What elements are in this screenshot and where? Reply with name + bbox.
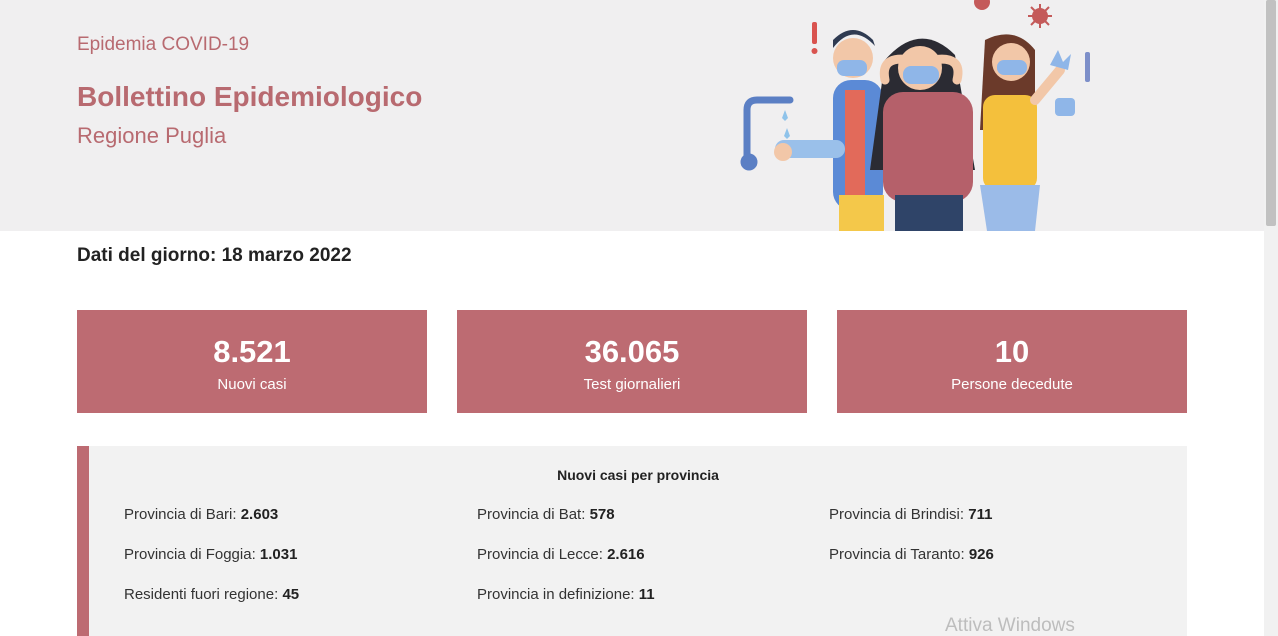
- windows-activation-watermark: Attiva Windows: [945, 615, 1075, 636]
- hero-banner: Epidemia COVID-19 Bollettino Epidemiolog…: [0, 0, 1264, 231]
- list-item: Provincia di Brindisi: 711: [829, 506, 992, 523]
- hero-kicker: Epidemia COVID-19: [77, 34, 250, 55]
- list-item: Residenti fuori regione: 45: [124, 586, 299, 603]
- province-value: 2.616: [607, 546, 645, 563]
- list-item: Provincia in definizione: 11: [477, 586, 655, 603]
- virus-icon: [974, 0, 1052, 28]
- province-label: Provincia di Bari:: [124, 506, 237, 523]
- province-value: 11: [638, 586, 655, 603]
- stat-value: 36.065: [584, 334, 680, 369]
- stat-value: 10: [994, 334, 1030, 369]
- province-cases-panel: Nuovi casi per provincia Provincia di Ba…: [77, 446, 1187, 636]
- province-label: Provincia di Lecce:: [477, 546, 603, 563]
- page-subtitle: Regione Puglia: [77, 123, 227, 148]
- stat-card-daily-tests: 36.065 Test giornalieri: [457, 310, 807, 413]
- stat-label: Persone decedute: [951, 376, 1073, 393]
- list-item: Provincia di Bari: 2.603: [124, 506, 278, 523]
- scrollbar-thumb[interactable]: [1266, 0, 1276, 226]
- province-value: 2.603: [240, 506, 279, 523]
- province-label: Provincia in definizione:: [477, 586, 635, 603]
- province-value: 578: [589, 506, 615, 523]
- province-value: 926: [968, 546, 994, 563]
- province-label: Residenti fuori regione:: [124, 586, 279, 603]
- province-value: 45: [282, 586, 300, 603]
- stat-card-deaths: 10 Persone decedute: [837, 310, 1187, 413]
- province-label: Provincia di Bat:: [477, 506, 586, 523]
- scrollbar[interactable]: [1264, 0, 1278, 636]
- exclamation-icon: [811, 22, 818, 54]
- list-item: Provincia di Bat: 578: [477, 506, 615, 523]
- province-label: Provincia di Brindisi:: [829, 506, 965, 523]
- woman-figure-right: [980, 34, 1090, 231]
- stat-label: Nuovi casi: [217, 376, 287, 393]
- page-title: Bollettino Epidemiologico: [77, 81, 423, 112]
- report-date: Dati del giorno: 18 marzo 2022: [77, 245, 352, 266]
- list-item: Provincia di Lecce: 2.616: [477, 546, 645, 563]
- list-item: Provincia di Foggia: 1.031: [124, 546, 297, 563]
- province-label: Provincia di Foggia:: [124, 546, 256, 563]
- list-item: Provincia di Taranto: 926: [829, 546, 994, 563]
- province-panel-title: Nuovi casi per provincia: [557, 467, 719, 483]
- man-figure: [774, 30, 884, 231]
- stat-label: Test giornalieri: [583, 376, 681, 393]
- people-with-masks-illustration: [740, 0, 1090, 231]
- stat-card-new-cases: 8.521 Nuovi casi: [77, 310, 427, 413]
- province-value: 711: [968, 506, 993, 523]
- stat-value: 8.521: [213, 334, 291, 369]
- province-value: 1.031: [259, 546, 298, 563]
- province-label: Provincia di Taranto:: [829, 546, 965, 563]
- woman-figure-center: [870, 38, 975, 231]
